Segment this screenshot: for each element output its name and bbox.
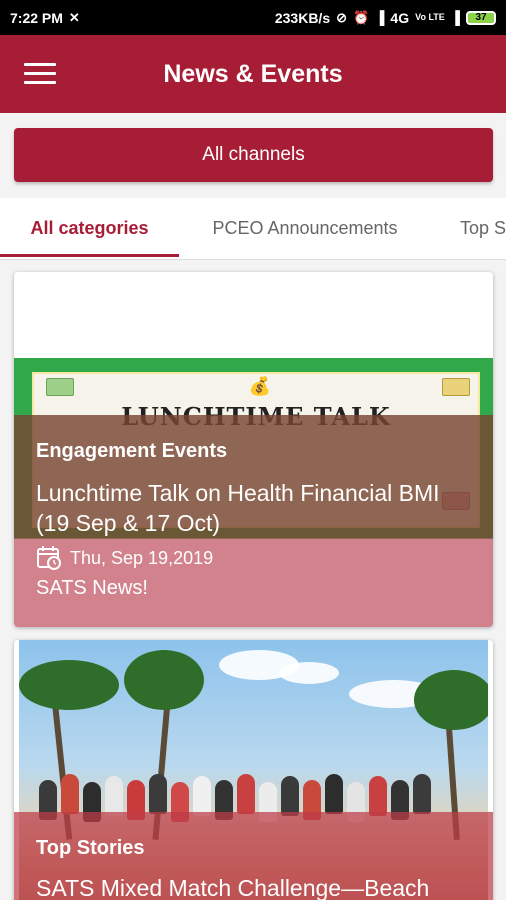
card-category: Top Stories (36, 837, 145, 859)
card-source: SATS News! (36, 577, 148, 599)
menu-icon[interactable] (24, 63, 56, 85)
signal-icon: ▐ (375, 10, 385, 25)
volte-label: Vo LTE (415, 12, 445, 22)
status-speed: 233KB/s (274, 9, 331, 26)
news-card[interactable]: 💰 LUNCHTIME TALK Engagement Events Lunch… (14, 272, 493, 627)
all-channels-button[interactable]: All channels (14, 128, 493, 182)
battery-icon: 37 (466, 10, 496, 25)
category-tabs: All categories PCEO Announcements Top S (0, 198, 506, 260)
page-title: News & Events (163, 59, 343, 88)
banknote-icon (442, 378, 470, 396)
tab-all-categories[interactable]: All categories (0, 198, 179, 258)
card-category: Engagement Events (36, 440, 228, 462)
news-card[interactable]: Top Stories SATS Mixed Match Challenge—B… (14, 640, 493, 900)
tab-indicator (0, 254, 179, 257)
card-headline: SATS Mixed Match Challenge—Beach (36, 875, 430, 900)
network-type: 4G (390, 9, 410, 26)
calendar-icon (37, 546, 61, 570)
alarm-icon: ⏰ (353, 9, 370, 25)
card-date-row: Thu, Sep 19,2019 (36, 545, 213, 571)
card-date: Thu, Sep 19,2019 (70, 547, 214, 568)
app-bar: News & Events (0, 35, 506, 113)
tab-pceo-announcements[interactable]: PCEO Announcements (190, 198, 420, 258)
mute-icon: ⊘ (336, 9, 348, 25)
status-bar: 7:22 PM ✕ 233KB/s ⊘ ⏰ ▐ 4G Vo LTE ▐ 37 (0, 0, 506, 35)
signal-icon-2: ▐ (450, 10, 460, 25)
tab-top-stories[interactable]: Top S (440, 198, 506, 258)
banknote-icon (46, 378, 74, 396)
card-headline: Lunchtime Talk on Health Financial BMI (… (36, 480, 440, 536)
status-time: 7:22 PM (10, 9, 63, 26)
money-bag-icon: 💰 (248, 376, 272, 396)
notification-n-icon: ✕ (68, 9, 80, 25)
